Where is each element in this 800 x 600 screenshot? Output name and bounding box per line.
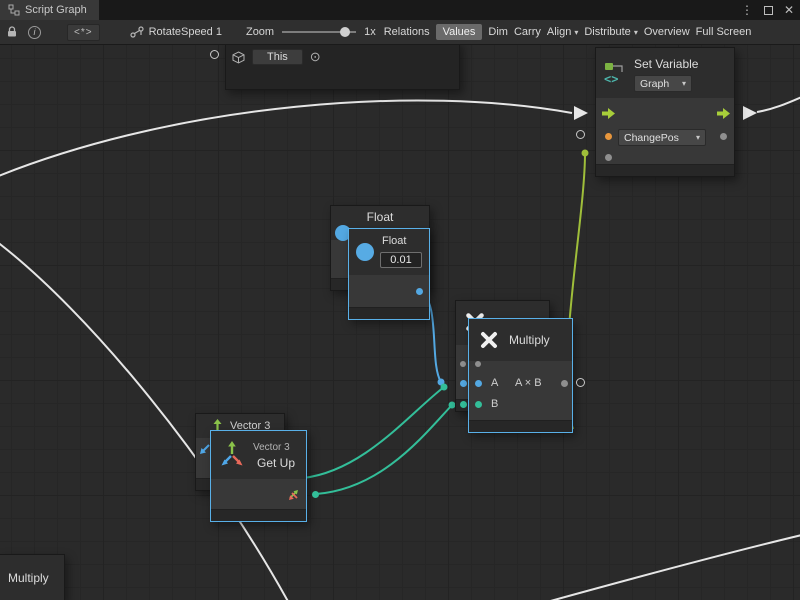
flow-wire[interactable] (757, 96, 800, 112)
node-footer (596, 164, 734, 176)
float-node[interactable]: Float 0.01 (348, 228, 430, 320)
zoom-value: 1x (364, 26, 376, 38)
graph-canvas[interactable]: This ⊙ <> Set Variable Graph ▾ (0, 45, 800, 600)
set-variable-unconnected-port[interactable] (576, 130, 585, 139)
flow-out-arrow-icon[interactable] (743, 106, 757, 120)
get-up-title: Get Up (257, 456, 295, 470)
info-icon[interactable]: i (28, 26, 41, 39)
variable-name-port[interactable] (605, 133, 612, 140)
node-footer (469, 420, 572, 432)
multiply-title: Multiply (509, 333, 550, 347)
multiply-icon (479, 330, 499, 350)
tab-bar: Script Graph ⋮ ✕ (0, 0, 800, 20)
variable-output-port[interactable] (720, 133, 727, 140)
dim-button[interactable]: Dim (488, 26, 508, 38)
relations-button[interactable]: Relations (384, 26, 430, 38)
multiply-input-a-port[interactable] (475, 380, 482, 387)
float-ghost-title: Float (367, 210, 394, 224)
variable-scope-dropdown[interactable]: Graph ▾ (634, 75, 692, 92)
overview-button[interactable]: Overview (644, 26, 690, 38)
variable-name-dropdown[interactable]: ChangePos ▾ (618, 129, 706, 146)
graph-asset-icon (130, 26, 144, 38)
ghost-port-b[interactable] (460, 401, 467, 408)
node-footer (211, 509, 306, 521)
result-wire-endpoint[interactable] (582, 150, 589, 157)
corner-multiply-title: Multiply (8, 571, 49, 585)
flow-wire[interactable] (0, 100, 572, 177)
set-variable-node[interactable]: <> Set Variable Graph ▾ ChangePos ▾ (595, 47, 735, 177)
vector-output-icon (287, 488, 300, 501)
tab-script-graph[interactable]: Script Graph (0, 0, 99, 20)
zoom-slider[interactable] (282, 26, 356, 38)
port-a-label: A (491, 377, 498, 389)
get-up-node[interactable]: Vector 3 Get Up (210, 430, 307, 522)
carry-button[interactable]: Carry (514, 26, 541, 38)
corner-multiply-node[interactable]: Multiply (0, 554, 65, 600)
multiply-extra-port[interactable] (475, 361, 481, 367)
multiply-node[interactable]: Multiply A A × B B (468, 318, 573, 433)
values-button[interactable]: Values (436, 24, 483, 40)
multiply-unconnected-port[interactable] (576, 378, 585, 387)
script-graph-window: Script Graph ⋮ ✕ i <*> RotateSpeed 1 Zoo… (0, 0, 800, 600)
zoom-label: Zoom (246, 26, 274, 38)
set-variable-header: <> Set Variable Graph ▾ (596, 48, 734, 98)
fullscreen-button[interactable]: Full Screen (696, 26, 752, 38)
get-up-output-port[interactable] (312, 491, 319, 498)
variable-name-label: ChangePos (624, 132, 679, 144)
chevron-down-icon: ▾ (682, 79, 686, 88)
flow-input-port-icon[interactable] (601, 107, 616, 120)
tab-title: Script Graph (25, 4, 87, 16)
vector-wire-endpoint[interactable] (441, 384, 448, 391)
kebab-menu-icon[interactable]: ⋮ (741, 3, 753, 17)
flow-in-arrow-icon[interactable] (574, 106, 588, 120)
distribute-label: Distribute (584, 26, 630, 38)
get-up-header: Vector 3 Get Up (211, 431, 306, 479)
get-up-subtitle: Vector 3 (253, 442, 290, 453)
value-input-port[interactable] (605, 154, 612, 161)
ghost-port-a[interactable] (460, 380, 467, 387)
ghost-port[interactable] (460, 361, 466, 367)
float-title: Float (382, 235, 406, 247)
window-controls: ⋮ ✕ (741, 0, 794, 20)
float-value-field[interactable]: 0.01 (380, 252, 422, 268)
port-b-label: B (491, 398, 498, 410)
maximize-icon[interactable] (764, 6, 773, 15)
port-out-label: A × B (515, 377, 542, 389)
align-label: Align (547, 26, 571, 38)
close-icon[interactable]: ✕ (784, 3, 794, 17)
zoom-slider-knob[interactable] (340, 27, 350, 37)
cube-icon (232, 51, 245, 64)
multiply-header: Multiply (469, 319, 572, 361)
this-input-port[interactable] (210, 50, 219, 59)
graph-name-label: RotateSpeed 1 (149, 26, 222, 38)
code-icon[interactable]: <*> (67, 24, 100, 41)
svg-text:<>: <> (604, 72, 618, 85)
chevron-down-icon: ▾ (574, 28, 578, 37)
flow-wire[interactable] (536, 534, 800, 600)
multiply-input-b-port[interactable] (475, 401, 482, 408)
distribute-button[interactable]: Distribute ▾ (584, 26, 637, 38)
lock-icon[interactable] (6, 26, 18, 38)
float-output-port[interactable] (416, 288, 423, 295)
chevron-down-icon: ▾ (696, 133, 700, 142)
vector-wire[interactable] (303, 387, 444, 478)
scope-label: Graph (640, 78, 669, 90)
graph-toolbar: i <*> RotateSpeed 1 Zoom 1x Relations Va… (0, 20, 800, 45)
this-node[interactable]: This ⊙ (225, 45, 460, 90)
set-variable-title: Set Variable (634, 57, 698, 71)
script-graph-icon (8, 4, 20, 16)
set-variable-icon: <> (603, 61, 627, 85)
vector3-axes-icon (218, 441, 246, 469)
multiply-output-port[interactable] (561, 380, 568, 387)
node-footer (349, 307, 429, 319)
vector-wire[interactable] (316, 405, 452, 494)
float-header: Float 0.01 (349, 229, 429, 275)
flow-output-port-icon[interactable] (716, 107, 731, 120)
target-icon[interactable]: ⊙ (310, 49, 321, 65)
align-button[interactable]: Align ▾ (547, 26, 578, 38)
float-icon (356, 243, 374, 261)
this-chip[interactable]: This (252, 49, 303, 65)
chevron-down-icon: ▾ (634, 28, 638, 37)
